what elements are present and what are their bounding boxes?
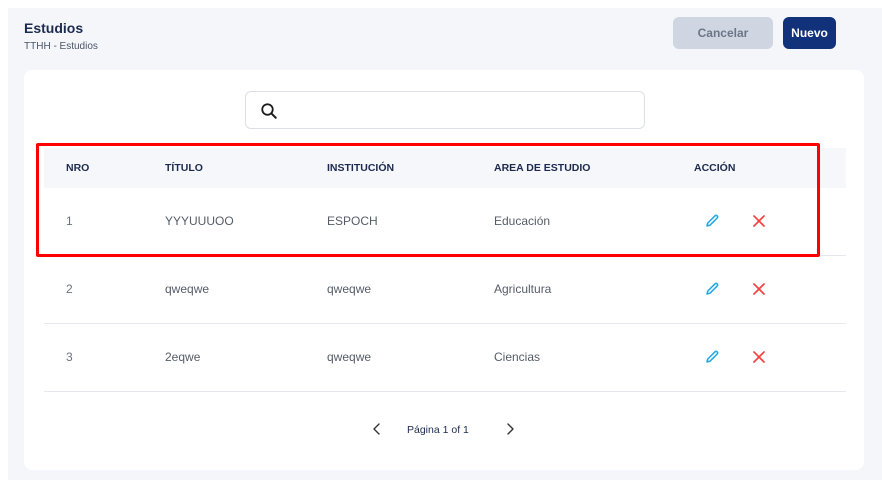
pagination: Página 1 of 1	[24, 418, 864, 442]
page-title: Estudios	[24, 20, 84, 36]
search-box[interactable]	[245, 91, 645, 129]
cell-titulo: qweqwe	[165, 282, 210, 296]
pagination-label: Página 1 of 1	[407, 424, 469, 436]
new-button[interactable]: Nuevo	[783, 17, 836, 49]
table-row: 2 qweqwe qweqwe Agricultura	[44, 256, 846, 324]
chevron-left-icon[interactable]	[370, 422, 384, 436]
cell-institucion: qweqwe	[327, 350, 372, 364]
table-card: NRO TÍTULO INSTITUCIÓN AREA DE ESTUDIO A…	[24, 70, 864, 470]
search-input[interactable]	[286, 92, 641, 128]
delete-icon[interactable]	[752, 350, 766, 364]
cell-nro: 2	[66, 282, 73, 296]
delete-icon[interactable]	[752, 282, 766, 296]
cell-institucion: qweqwe	[327, 282, 372, 296]
cell-titulo: 2eqwe	[165, 350, 201, 364]
search-icon	[261, 103, 277, 119]
cell-nro: 3	[66, 350, 73, 364]
edit-icon[interactable]	[704, 349, 720, 365]
highlight-box	[36, 143, 820, 257]
cell-area: Ciencias	[494, 350, 541, 364]
cell-area: Agricultura	[494, 282, 552, 296]
edit-icon[interactable]	[704, 281, 720, 297]
table-row: 3 2eqwe qweqwe Ciencias	[44, 324, 846, 392]
breadcrumb: TTHH - Estudios	[24, 41, 98, 52]
chevron-right-icon[interactable]	[503, 422, 517, 436]
cancel-button[interactable]: Cancelar	[673, 17, 773, 49]
